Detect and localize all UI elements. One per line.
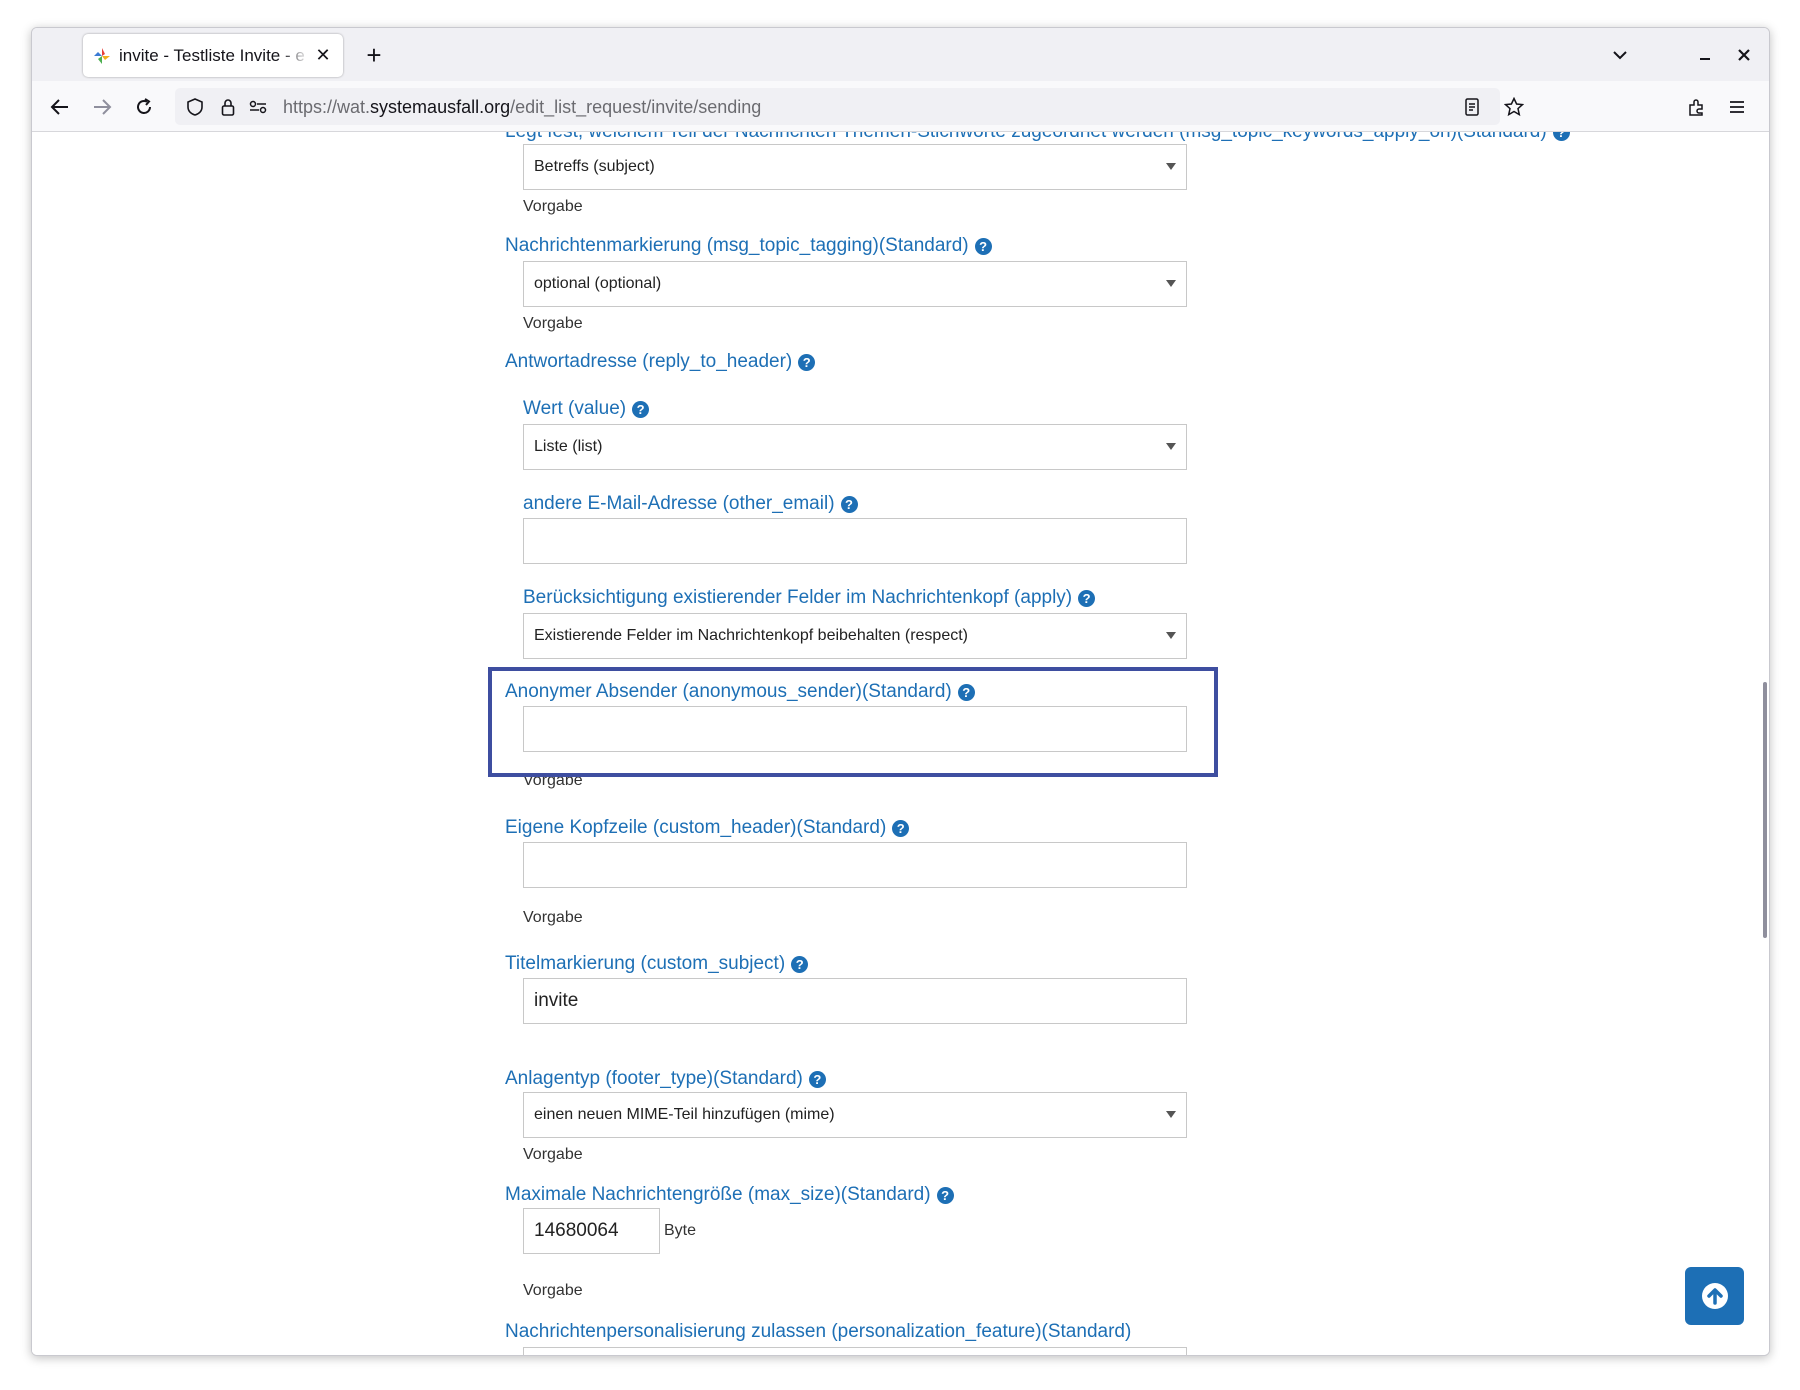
help-icon[interactable]: ? <box>957 683 975 701</box>
select-value: Liste (list) <box>534 438 603 455</box>
url-prefix: https://wat. <box>283 97 371 117</box>
select-personalization[interactable] <box>523 1347 1187 1355</box>
select-topic-apply[interactable]: Betreffs (subject) <box>523 144 1187 190</box>
close-window-icon[interactable] <box>1730 41 1758 69</box>
hint-default: Vorgabe <box>523 1146 583 1163</box>
tab-title: invite - Testliste Invite - e <box>119 45 305 65</box>
dropdown-caret-icon <box>1166 1111 1176 1118</box>
help-icon[interactable]: ? <box>1078 589 1096 607</box>
reader-view-icon[interactable] <box>1462 97 1482 117</box>
back-arrow-icon[interactable] <box>44 91 76 123</box>
custom-header-input[interactable] <box>523 842 1187 888</box>
minimize-icon[interactable] <box>1691 41 1719 69</box>
reload-icon[interactable] <box>128 91 160 123</box>
select-value: optional (optional) <box>534 275 662 292</box>
url-text[interactable]: https://wat.systemausfall.org/edit_list_… <box>283 97 761 118</box>
browser-window: invite - Testliste Invite - e ✕ + https:… <box>31 27 1770 1356</box>
help-icon[interactable]: ? <box>632 400 650 418</box>
url-domain: systemausfall.org <box>370 97 511 117</box>
field-label-text: Antwortadresse (reply_to_header) <box>505 351 793 372</box>
tab-list-chevron-icon[interactable] <box>1606 41 1634 69</box>
back-to-top-button[interactable] <box>1685 1267 1744 1325</box>
max-size-input[interactable]: 14680064 <box>523 1208 660 1254</box>
select-value: einen neuen MIME-Teil hinzufügen (mime) <box>534 1106 835 1123</box>
tab-strip: invite - Testliste Invite - e ✕ + <box>32 28 1769 81</box>
extensions-icon[interactable] <box>1681 91 1713 123</box>
hint-default: Vorgabe <box>523 315 583 332</box>
select-footer-type[interactable]: einen neuen MIME-Teil hinzufügen (mime) <box>523 1092 1187 1138</box>
help-icon[interactable]: ? <box>798 353 816 371</box>
permissions-icon[interactable] <box>248 97 268 117</box>
dropdown-caret-icon <box>1166 163 1176 170</box>
dropdown-caret-icon <box>1166 632 1176 639</box>
hint-default: Vorgabe <box>523 772 583 789</box>
hint-default: Vorgabe <box>523 1282 583 1299</box>
tab-close-icon[interactable]: ✕ <box>313 45 333 66</box>
field-label-text: Berücksichtigung existierender Felder im… <box>523 587 1073 608</box>
input-value: 14680064 <box>534 1220 619 1241</box>
anonymous-sender-input[interactable] <box>523 706 1187 752</box>
help-icon[interactable]: ? <box>791 955 809 973</box>
help-icon[interactable]: ? <box>974 237 992 255</box>
menu-hamburger-icon[interactable] <box>1721 91 1753 123</box>
page-content: Legt fest, welchem Teil der Nachrichten … <box>32 132 1769 1355</box>
field-label-topic-tagging: Nachrichtenmarkierung (msg_topic_tagging… <box>505 235 992 257</box>
tab-invite[interactable]: invite - Testliste Invite - e ✕ <box>83 34 343 77</box>
field-label-apply: Berücksichtigung existierender Felder im… <box>523 587 1096 609</box>
help-icon[interactable]: ? <box>808 1070 826 1088</box>
field-label-reply-to-value: Wert (value)? <box>523 398 650 420</box>
sympa-favicon-icon <box>94 47 110 64</box>
lock-icon[interactable] <box>218 97 238 117</box>
bookmark-star-icon[interactable] <box>1498 91 1530 123</box>
url-path: /edit_list_request/invite/sending <box>510 97 762 117</box>
select-value: Betreffs (subject) <box>534 158 655 175</box>
field-label-custom-subject: Titelmarkierung (custom_subject)? <box>505 953 809 975</box>
url-bar[interactable]: https://wat.systemausfall.org/edit_list_… <box>175 88 1500 125</box>
nav-toolbar: https://wat.systemausfall.org/edit_list_… <box>32 81 1769 132</box>
field-label-topic-apply: Legt fest, welchem Teil der Nachrichten … <box>505 132 1570 143</box>
field-label-reply-to: Antwortadresse (reply_to_header)? <box>505 351 816 373</box>
hint-default: Vorgabe <box>523 909 583 926</box>
field-label-text: Titelmarkierung (custom_subject) <box>505 953 786 974</box>
field-label-text: andere E-Mail-Adresse (other_email) <box>523 493 835 514</box>
field-label-text: Nachrichtenpersonalisierung zulassen (pe… <box>505 1321 1132 1342</box>
new-tab-plus-icon[interactable]: + <box>360 42 388 70</box>
page-scrollbar[interactable] <box>1759 132 1769 1355</box>
field-label-text: Maximale Nachrichtengröße (max_size)(Sta… <box>505 1184 931 1205</box>
custom-subject-input[interactable]: invite <box>523 978 1187 1024</box>
field-label-text: Legt fest, welchem Teil der Nachrichten … <box>505 132 1547 143</box>
max-size-unit: Byte <box>664 1222 697 1239</box>
field-label-text: Anonymer Absender (anonymous_sender)(Sta… <box>505 681 952 702</box>
arrow-up-circle-icon <box>1701 1283 1728 1309</box>
field-label-custom-header: Eigene Kopfzeile (custom_header)(Standar… <box>505 817 910 839</box>
select-topic-tagging[interactable]: optional (optional) <box>523 261 1187 307</box>
help-icon[interactable]: ? <box>1552 132 1570 141</box>
scrollbar-thumb[interactable] <box>1763 682 1767 938</box>
field-label-text: Wert (value) <box>523 398 627 419</box>
field-label-text: Eigene Kopfzeile (custom_header)(Standar… <box>505 817 887 838</box>
help-icon[interactable]: ? <box>892 819 910 837</box>
select-value: Existierende Felder im Nachrichtenkopf b… <box>534 627 968 644</box>
input-value: invite <box>534 990 579 1011</box>
field-label-anonymous-sender: Anonymer Absender (anonymous_sender)(Sta… <box>505 681 975 703</box>
help-icon[interactable]: ? <box>936 1186 954 1204</box>
field-label-other-email: andere E-Mail-Adresse (other_email)? <box>523 493 858 515</box>
left-sidebar-area <box>32 132 467 1355</box>
field-label-personalization: Nachrichtenpersonalisierung zulassen (pe… <box>505 1321 1131 1343</box>
field-label-text: Anlagentyp (footer_type)(Standard) <box>505 1068 803 1089</box>
dropdown-caret-icon <box>1166 443 1176 450</box>
select-reply-to-apply[interactable]: Existierende Felder im Nachrichtenkopf b… <box>523 613 1187 659</box>
other-email-input[interactable] <box>523 518 1187 564</box>
forward-arrow-icon[interactable] <box>86 91 118 123</box>
hint-default: Vorgabe <box>523 198 583 215</box>
help-icon[interactable]: ? <box>840 495 858 513</box>
field-label-text: Nachrichtenmarkierung (msg_topic_tagging… <box>505 235 969 256</box>
field-label-max-size: Maximale Nachrichtengröße (max_size)(Sta… <box>505 1184 954 1206</box>
select-reply-to-value[interactable]: Liste (list) <box>523 424 1187 470</box>
dropdown-caret-icon <box>1166 280 1176 287</box>
shield-icon[interactable] <box>185 97 205 117</box>
field-label-footer-type: Anlagentyp (footer_type)(Standard)? <box>505 1068 826 1090</box>
